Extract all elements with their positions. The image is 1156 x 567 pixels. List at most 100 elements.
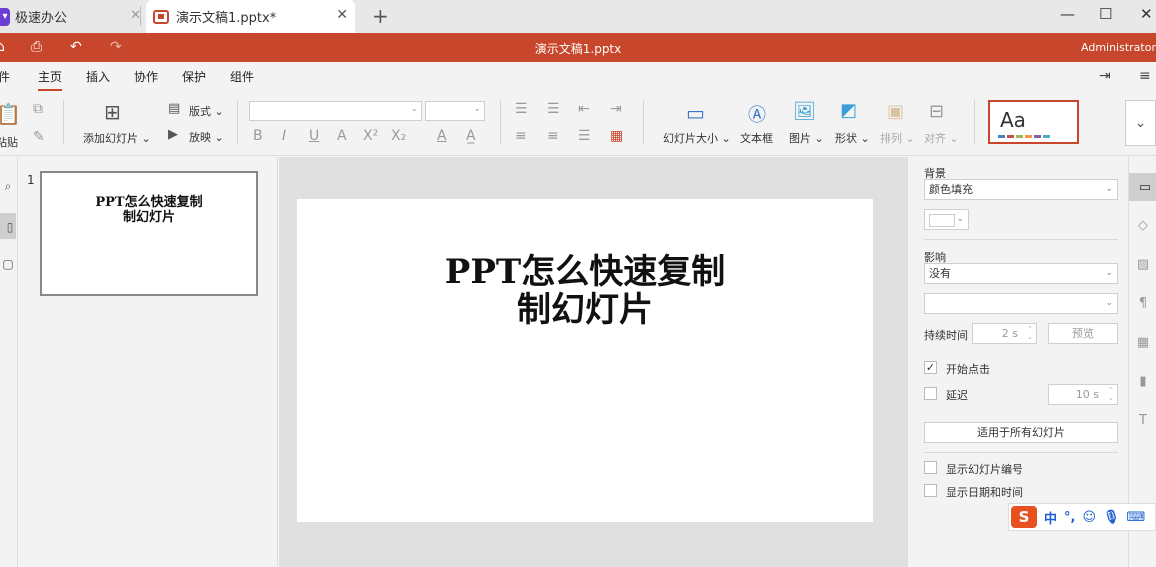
punctuation-icon[interactable]: °, [1064,510,1075,525]
format-painter-icon[interactable]: ✎ [33,129,45,145]
chart-settings-icon[interactable]: ▮ [1129,368,1156,396]
user-name[interactable]: Administrator [1081,41,1156,54]
shape-settings-icon[interactable]: ◇ [1129,212,1156,240]
image-icon[interactable]: 🖼 [793,101,816,122]
play-button[interactable]: 放映 ⌄ [189,129,224,145]
arrange-button[interactable]: 排列 ⌄ [880,130,915,146]
menu-plugins[interactable]: 组件 [230,68,254,85]
paragraph-settings-icon[interactable]: ¶ [1129,290,1156,318]
slide-thumbnail[interactable]: PPT怎么快速复制 制幻灯片 [40,171,258,296]
duration-input[interactable]: 2 s ⌃ ⌄ [972,323,1037,344]
text-box-icon[interactable]: Ⓐ [748,101,766,127]
vertical-align-icon[interactable]: ≡ [547,128,559,144]
theme-color-bars [998,135,1050,138]
play-icon[interactable]: ▶ [168,127,178,142]
strikethrough-icon[interactable]: A [337,128,347,144]
shape-button[interactable]: 形状 ⌄ [835,130,870,146]
new-tab-icon[interactable]: + [372,4,389,28]
tab-document[interactable]: 演示文稿1.pptx* ✕ [146,0,355,33]
document-title: 演示文稿1.pptx [534,42,622,56]
menu-home[interactable]: 主页 [38,68,63,91]
text-art-icon[interactable]: T [1129,407,1156,435]
image-settings-icon[interactable]: ▨ [1129,251,1156,279]
apply-to-all-button[interactable]: 适用于所有幻灯片 [924,422,1118,443]
font-family-select[interactable]: ⌄ [249,101,422,121]
add-slide-button[interactable]: 添加幻灯片 ⌄ [83,130,151,146]
bold-icon[interactable]: B [253,128,263,144]
background-color-picker[interactable]: ⌄ [924,209,969,230]
add-slide-icon[interactable]: ⊞ [104,100,121,124]
bullet-list-icon[interactable]: ☰ [515,101,528,117]
shape-icon[interactable]: ◩ [840,100,857,121]
numbered-list-icon[interactable]: ☰ [547,101,560,117]
ime-mode[interactable]: 中 [1044,508,1057,527]
emoji-icon[interactable]: ☺ [1082,510,1096,525]
theme-sample: Aa [1000,108,1026,132]
copy-icon[interactable]: ⧉ [33,101,43,117]
hamburger-menu-icon[interactable]: ≡ [1139,68,1151,84]
font-color-icon[interactable]: A [437,128,447,144]
underline-icon[interactable]: U [309,128,319,144]
theme-expand-button[interactable]: ⌄ [1125,100,1156,146]
menu-collaborate[interactable]: 协作 [134,68,158,85]
decrease-indent-icon[interactable]: ⇤ [578,101,590,117]
tab-home[interactable]: ▾ 极速办公 ✕ [0,0,141,33]
start-on-click-checkbox[interactable]: ✓ [924,361,937,374]
effect-option-select[interactable]: ⌄ [924,293,1118,314]
search-icon[interactable]: ⌕ [0,173,16,199]
show-date-time-label: 显示日期和时间 [946,486,1023,499]
keyboard-icon[interactable]: ⌨ [1127,510,1146,525]
paste-label[interactable]: 粘贴 [0,134,18,150]
paste-icon[interactable]: 📋 [0,102,21,126]
menu-insert[interactable]: 插入 [86,68,110,85]
open-location-icon[interactable]: ⇥ [1099,68,1111,84]
background-select[interactable]: 颜色填充 ⌄ [924,179,1118,200]
minimize-icon[interactable]: — [1060,5,1075,23]
window-close-icon[interactable]: ✕ [1140,5,1153,23]
layout-icon[interactable]: ▤ [168,101,180,116]
delay-checkbox[interactable] [924,387,937,400]
arrange-icon[interactable]: ▣ [887,101,904,122]
menu-protect[interactable]: 保护 [182,68,206,85]
font-size-select[interactable]: ⌄ [425,101,485,121]
slide-title[interactable]: PPT怎么快速复制 制幻灯片 [297,253,873,329]
effect-select[interactable]: 没有 ⌄ [924,263,1118,284]
text-box-button[interactable]: 文本框 [740,130,773,146]
show-slide-number-checkbox[interactable] [924,461,937,474]
increase-indent-icon[interactable]: ⇥ [610,101,622,117]
comments-icon[interactable]: ▢ [0,251,16,277]
slide-size-icon[interactable]: ▭ [686,101,705,125]
show-date-time-checkbox[interactable] [924,484,937,497]
maximize-icon[interactable]: ☐ [1099,5,1112,23]
chevron-down-icon: ⌄ [1134,115,1147,131]
subscript-icon[interactable]: X₂ [391,128,406,144]
stepper-icon[interactable]: ⌃ ⌄ [1027,325,1033,341]
shading-icon[interactable]: ▦ [610,128,623,144]
ime-toolbar[interactable]: S 中 °, ☺ 🎙 ⌨ [1008,503,1156,531]
slide[interactable]: PPT怎么快速复制 制幻灯片 [297,199,873,522]
table-settings-icon[interactable]: ▦ [1129,329,1156,357]
line-spacing-icon[interactable]: ☰ [578,128,591,144]
theme-thumbnail[interactable]: Aa [988,100,1079,144]
divider [643,100,644,144]
slide-settings-icon[interactable]: ▭ [1129,173,1156,201]
delay-input[interactable]: 10 s ⌃ ⌄ [1048,384,1118,405]
close-tab-icon[interactable]: ✕ [336,7,348,23]
preview-button[interactable]: 预览 [1048,323,1118,344]
align-button[interactable]: 对齐 ⌄ [924,130,959,146]
superscript-icon[interactable]: X² [363,128,378,144]
align-objects-icon[interactable]: ⊟ [929,101,944,122]
layout-button[interactable]: 版式 ⌄ [189,103,224,119]
duration-label: 持续时间 [924,329,968,342]
highlight-color-icon[interactable]: A̲ [466,128,476,144]
image-button[interactable]: 图片 ⌄ [789,130,824,146]
align-left-icon[interactable]: ≡ [515,128,527,144]
slide-size-button[interactable]: 幻灯片大小 ⌄ [663,130,731,146]
slides-icon[interactable]: ▯ [0,213,16,239]
microphone-icon[interactable]: 🎙 [1103,510,1120,525]
menu-file[interactable]: 件 [0,68,10,85]
effect-value: 没有 [929,267,951,280]
stepper-icon[interactable]: ⌃ ⌄ [1108,386,1114,402]
tab-home-label: 极速办公 [15,11,68,26]
italic-icon[interactable]: I [282,128,286,144]
